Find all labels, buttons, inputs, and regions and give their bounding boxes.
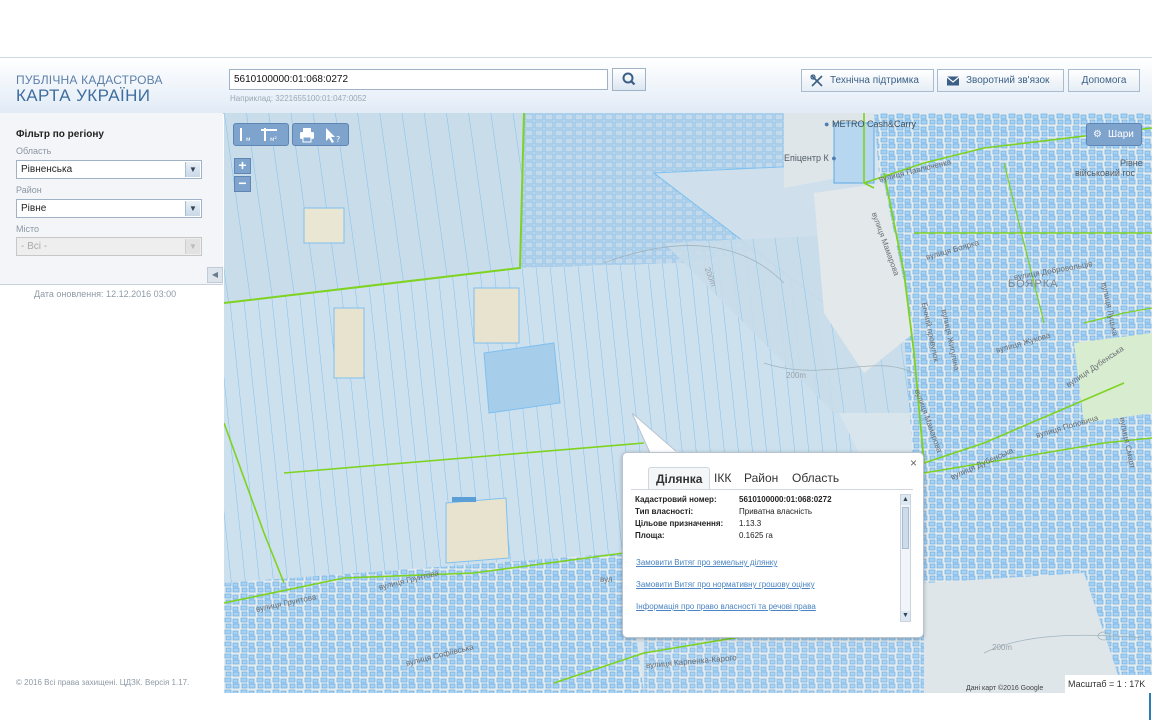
tab-rayon[interactable]: Район: [744, 467, 778, 489]
chevron-down-icon: ▼: [185, 162, 200, 177]
cadastral-search-input[interactable]: 5610100000:01:068:0272: [229, 69, 608, 90]
tech-support-button[interactable]: Технічна підтримка: [801, 69, 934, 92]
region-filter-panel: Фільтр по регіону Область Рівненська ▼ Р…: [0, 113, 223, 285]
measure-distance-icon: м: [240, 128, 251, 143]
street-vul: вул: [600, 575, 613, 584]
envelope-icon: [946, 76, 960, 86]
tab-oblast[interactable]: Область: [792, 467, 839, 489]
help-label: Допомога: [1081, 75, 1127, 86]
tab-ikk[interactable]: ІКК: [714, 467, 731, 489]
oblast-select[interactable]: Рівненська ▼: [16, 160, 202, 179]
oblast-label: Область: [16, 146, 52, 156]
sidebar: Фільтр по регіону Область Рівненська ▼ Р…: [0, 113, 223, 693]
brand-title-line2: КАРТА УКРАЇНИ: [16, 86, 151, 105]
close-icon[interactable]: ×: [910, 456, 917, 470]
zoom-in-button[interactable]: +: [234, 158, 251, 174]
scroll-down-icon[interactable]: ▼: [901, 611, 910, 621]
scale-indicator: Масштаб = 1 : 17K: [1065, 675, 1152, 693]
label-rivne-1: Рівне: [1120, 158, 1143, 168]
scroll-up-icon[interactable]: ▲: [901, 495, 910, 505]
map-canvas[interactable]: м м² ? + − ⚙ Шари ● METRO Cash&Carry Епі…: [224, 113, 1152, 693]
popup-pointer: [631, 412, 680, 454]
cart-icon: ●: [824, 119, 830, 129]
layers-button[interactable]: ⚙ Шари: [1086, 123, 1142, 146]
link-ownership-info[interactable]: Інформація про право власності та речові…: [636, 602, 816, 611]
collapse-sidebar-button[interactable]: ◀: [207, 267, 223, 283]
layers-label: Шари: [1108, 129, 1134, 140]
popup-scrollbar[interactable]: ▲ ▼: [900, 494, 911, 622]
gear-icon: ⚙: [1093, 129, 1102, 140]
elevation-200-3: 200m: [992, 643, 1013, 652]
city-value: - Всі -: [21, 241, 48, 252]
tech-support-label: Технічна підтримка: [830, 75, 919, 86]
scroll-thumb[interactable]: [902, 507, 909, 549]
map-attribution: Дані карт ©2016 Google: [966, 685, 1044, 692]
measure-area-icon: м²: [261, 128, 278, 143]
search-button[interactable]: [612, 68, 646, 91]
chevron-down-icon: ▼: [185, 239, 200, 254]
svg-text:м²: м²: [270, 136, 278, 143]
rayon-select[interactable]: Рівне ▼: [16, 199, 202, 218]
print-info-toolbar: ?: [292, 123, 349, 146]
parcel-details: Кадастровий номер: 5610100000:01:068:027…: [631, 489, 913, 629]
edge-marker: [1149, 693, 1151, 720]
rayon-value: Рівне: [21, 203, 47, 214]
update-date: Дата оновлення: 12.12.2016 03:00: [34, 289, 177, 299]
search-icon: [622, 72, 636, 86]
search-hint: Наприклад: 3221655100:01:047:0052: [230, 94, 367, 103]
poi-epicentr[interactable]: Епіцентр К ●: [784, 153, 837, 163]
filter-title: Фільтр по регіону: [16, 129, 104, 140]
print-icon: [300, 128, 314, 143]
header: ПУБЛІЧНА КАДАСТРОВА КАРТА УКРАЇНИ 561010…: [0, 57, 1152, 114]
svg-text:?: ?: [336, 135, 340, 144]
brand-title-line1: ПУБЛІЧНА КАДАСТРОВА: [16, 73, 163, 87]
feedback-label: Зворотний зв'язок: [966, 75, 1050, 86]
parcel-info-popup: × Ділянка ІКК Район Область Кадастровий …: [622, 452, 924, 638]
svg-text:м: м: [246, 136, 251, 143]
tab-parcel[interactable]: Ділянка: [648, 467, 711, 490]
link-order-valuation-extract[interactable]: Замовити Витяг про нормативну грошову оц…: [636, 580, 815, 589]
cart-icon: ●: [831, 153, 837, 163]
rayon-label: Район: [16, 185, 42, 195]
copyright: © 2016 Всі права захищені. ЦДЗК. Версія …: [16, 678, 190, 687]
chevron-down-icon: ▼: [185, 201, 200, 216]
link-order-parcel-extract[interactable]: Замовити Витяг про земельну ділянку: [636, 558, 777, 567]
tools-icon: [810, 74, 823, 87]
feedback-button[interactable]: Зворотний зв'язок: [937, 69, 1064, 92]
oblast-value: Рівненська: [21, 164, 73, 175]
elevation-200-2: 200m: [786, 371, 807, 380]
poi-metro[interactable]: ● METRO Cash&Carry: [824, 119, 916, 129]
city-label: Місто: [16, 224, 40, 234]
help-button[interactable]: Допомога: [1068, 69, 1140, 92]
label-rivne-2: військовий гос: [1075, 168, 1135, 178]
measure-toolbar: м м²: [233, 123, 289, 146]
city-select[interactable]: - Всі - ▼: [16, 237, 202, 256]
zoom-out-button[interactable]: −: [234, 176, 251, 192]
identify-cursor-icon: ?: [326, 128, 340, 144]
